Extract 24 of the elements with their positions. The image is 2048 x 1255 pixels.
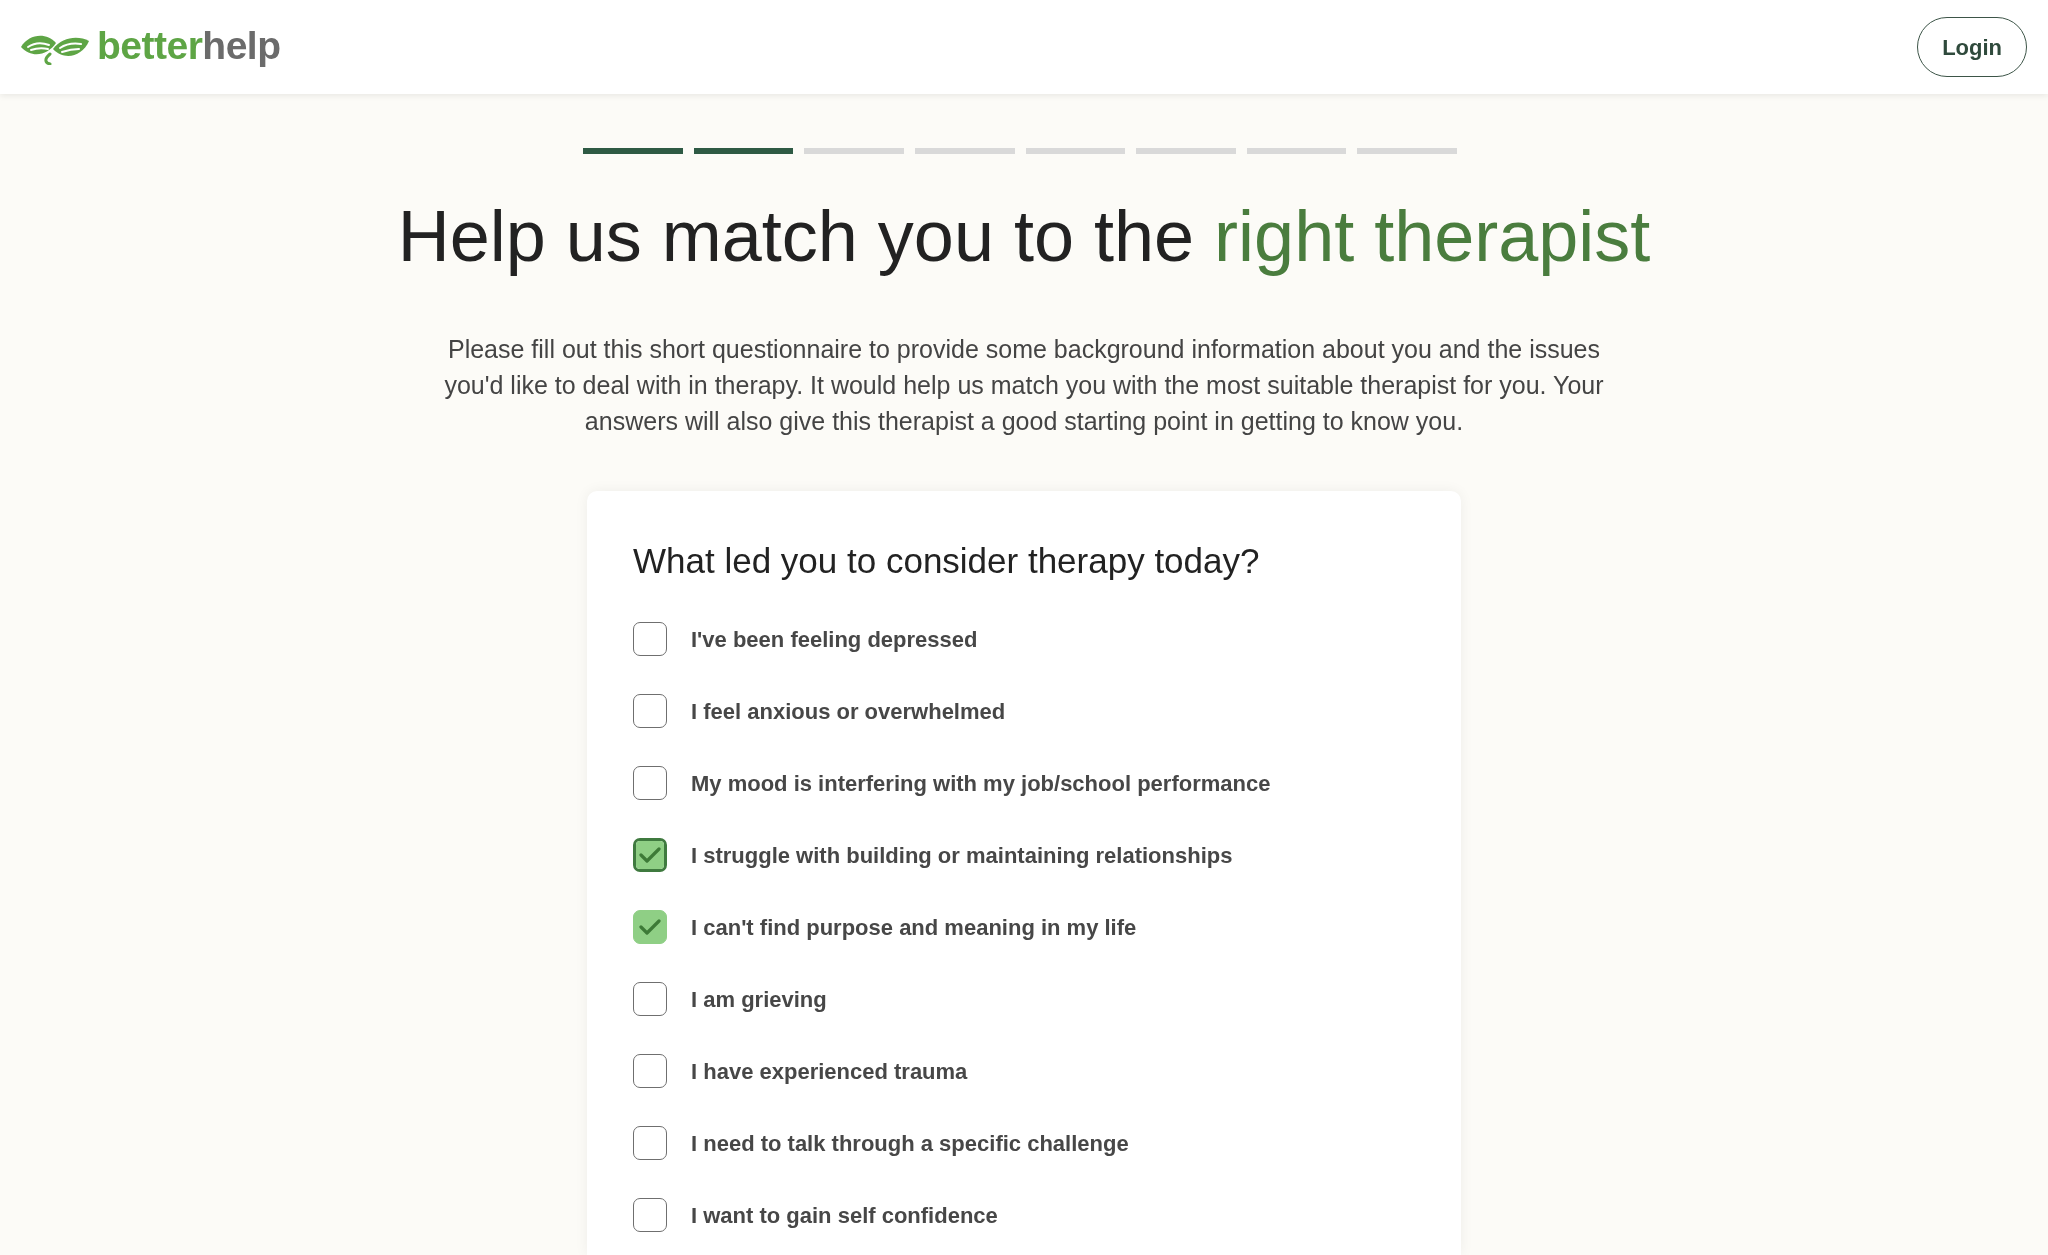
option-label[interactable]: I can't find purpose and meaning in my life [691, 910, 1137, 944]
checkbox[interactable] [633, 982, 667, 1016]
checkmark-icon [639, 919, 661, 935]
checkbox[interactable] [633, 622, 667, 656]
login-button[interactable]: Login [1917, 17, 2027, 77]
option-label[interactable]: I feel anxious or overwhelmed [691, 694, 1006, 728]
option-label[interactable]: My mood is interfering with my job/school performance [691, 766, 1271, 800]
question-prompt: What led you to consider therapy today? [633, 541, 1261, 581]
option-label[interactable]: I struggle with building or maintaining relationships [691, 838, 1233, 872]
option-label[interactable]: I want to gain self confidence [691, 1198, 998, 1232]
page-title: Help us match you to the right therapist [397, 195, 1651, 278]
option-label[interactable]: I need to talk through a specific challenge [691, 1126, 1129, 1160]
checkbox[interactable] [633, 1054, 667, 1088]
checkbox[interactable] [633, 766, 667, 800]
intro-paragraph: Please fill out this short questionnaire to provide some background information about you and the issues you'd like to deal with in therapy. It would help us match you with the most suitable therapist for you. Your answers will also give this therapist a good starting point in getting to know you. [443, 334, 1605, 437]
checkbox[interactable] [633, 1198, 667, 1232]
checkmark-icon [639, 847, 661, 863]
checkbox[interactable] [633, 694, 667, 728]
checkbox[interactable] [633, 910, 667, 944]
option-label[interactable]: I've been feeling depressed [691, 622, 978, 656]
checkbox[interactable] [633, 1126, 667, 1160]
option-label[interactable]: I am grieving [691, 982, 827, 1016]
option-label[interactable]: I have experienced trauma [691, 1054, 968, 1088]
logo-text: betterhelp [97, 25, 281, 69]
